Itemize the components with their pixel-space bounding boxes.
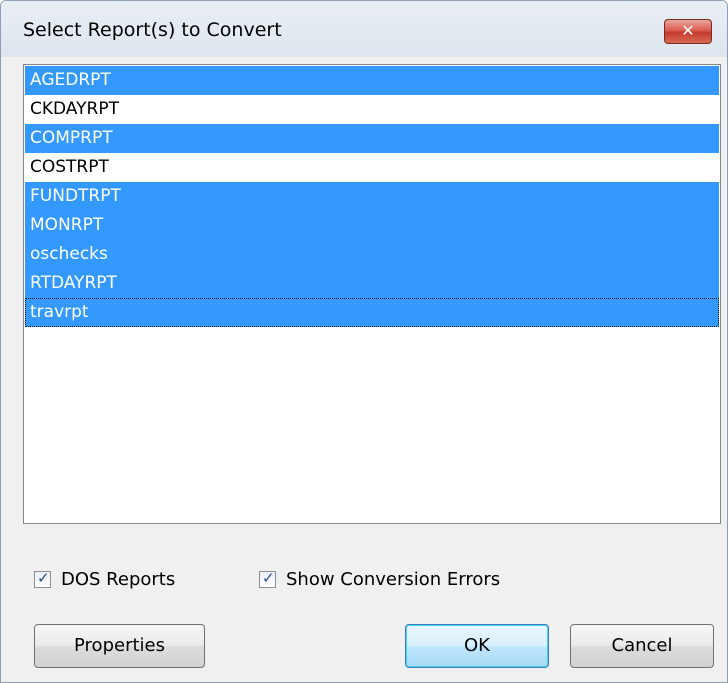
list-item[interactable]: MONRPT	[25, 211, 719, 240]
list-item[interactable]: COMPRPT	[25, 124, 719, 153]
list-item[interactable]: COSTRPT	[25, 153, 719, 182]
list-item[interactable]: travrpt	[25, 298, 719, 327]
list-item[interactable]: AGEDRPT	[25, 66, 719, 95]
checkmark-icon: ✓	[262, 568, 275, 587]
checkmark-icon: ✓	[37, 568, 50, 587]
report-listbox[interactable]: AGEDRPT CKDAYRPT COMPRPT COSTRPT FUNDTRP…	[23, 64, 721, 524]
dos-reports-option[interactable]: ✓ DOS Reports	[34, 566, 175, 592]
list-item[interactable]: CKDAYRPT	[25, 95, 719, 124]
dos-reports-label: DOS Reports	[61, 568, 176, 590]
close-icon: ✕	[681, 21, 695, 40]
show-conversion-errors-option[interactable]: ✓ Show Conversion Errors	[259, 566, 500, 592]
show-errors-label: Show Conversion Errors	[286, 568, 501, 590]
list-item[interactable]: oschecks	[25, 240, 719, 269]
list-item[interactable]: RTDAYRPT	[25, 269, 719, 298]
dos-reports-checkbox[interactable]: ✓	[34, 568, 51, 588]
ok-button[interactable]: OK	[405, 624, 549, 668]
list-item[interactable]: FUNDTRPT	[25, 182, 719, 211]
title-bar[interactable]: Select Report(s) to Convert ✕	[1, 1, 727, 57]
properties-button[interactable]: Properties	[34, 624, 205, 668]
dialog-title: Select Report(s) to Convert	[23, 19, 282, 41]
cancel-button[interactable]: Cancel	[570, 624, 714, 668]
show-errors-checkbox[interactable]: ✓	[259, 568, 276, 588]
close-button[interactable]: ✕	[664, 19, 712, 44]
